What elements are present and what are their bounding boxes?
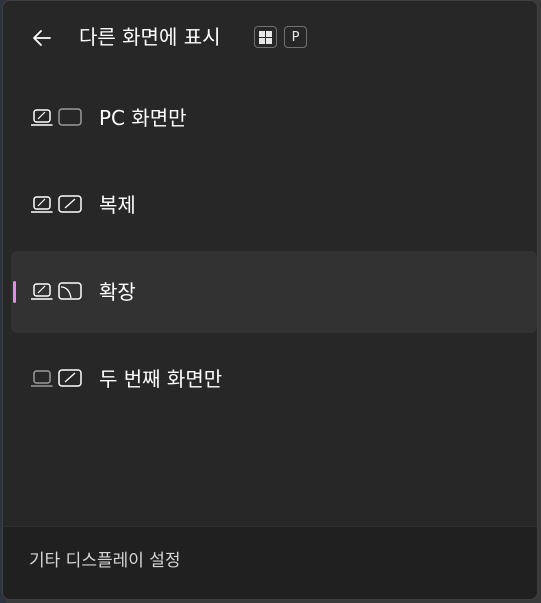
second-screen-only-icon xyxy=(31,368,83,390)
flyout-title: 다른 화면에 표시 xyxy=(79,25,221,49)
duplicate-icon xyxy=(31,194,83,216)
windows-key-badge xyxy=(254,26,277,48)
option-label: 두 번째 화면만 xyxy=(99,367,223,391)
extend-icon xyxy=(31,281,83,303)
p-key-badge: P xyxy=(284,26,307,48)
back-button[interactable] xyxy=(23,19,61,57)
pc-screen-only-icon xyxy=(31,107,83,129)
option-second-screen-only[interactable]: 두 번째 화면만 xyxy=(11,338,537,420)
option-duplicate[interactable]: 복제 xyxy=(11,164,537,246)
windows-logo-icon xyxy=(259,30,272,44)
option-extend[interactable]: 확장 xyxy=(11,251,537,333)
projection-options-list: PC 화면만 복제 확장 두 번째 화면만 xyxy=(11,77,537,425)
option-pc-screen-only[interactable]: PC 화면만 xyxy=(11,77,537,159)
selection-indicator xyxy=(13,281,16,303)
back-arrow-icon xyxy=(33,30,51,46)
project-flyout: 다른 화면에 표시 P PC 화면만 복제 확장 두 번째 화면만 기타 디스플… xyxy=(2,0,538,600)
more-display-settings-link[interactable]: 기타 디스플레이 설정 xyxy=(29,549,181,573)
option-label: 확장 xyxy=(99,280,136,304)
flyout-footer: 기타 디스플레이 설정 xyxy=(3,526,537,599)
option-label: PC 화면만 xyxy=(99,106,187,130)
flyout-header: 다른 화면에 표시 P xyxy=(3,1,537,77)
option-label: 복제 xyxy=(99,193,136,217)
